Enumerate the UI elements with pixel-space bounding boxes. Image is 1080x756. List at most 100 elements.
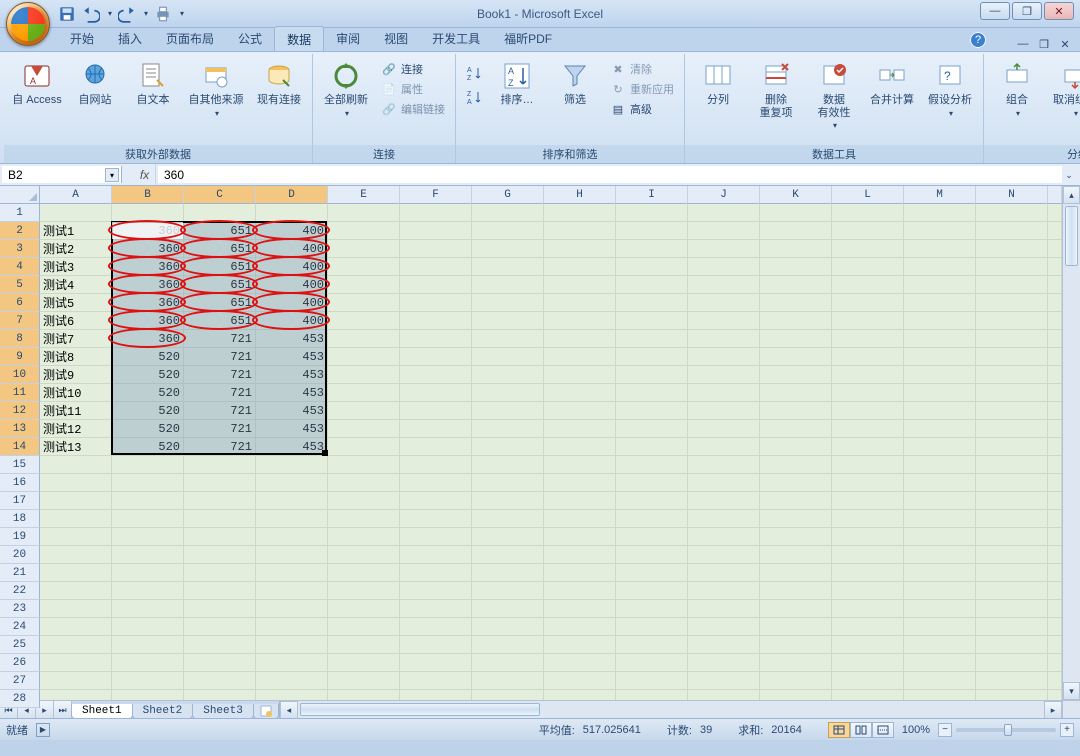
cell-C21[interactable] bbox=[184, 564, 256, 582]
cell-C2[interactable]: 651 bbox=[184, 222, 256, 240]
tab-8[interactable]: 福昕PDF bbox=[492, 26, 564, 51]
cell-L28[interactable] bbox=[832, 690, 904, 700]
cell-I23[interactable] bbox=[616, 600, 688, 618]
scroll-right-button[interactable]: ▸ bbox=[1044, 701, 1062, 719]
row-header-2[interactable]: 2 bbox=[0, 222, 40, 240]
cell-I8[interactable] bbox=[616, 330, 688, 348]
cell-B17[interactable] bbox=[112, 492, 184, 510]
formula-input[interactable]: 360 bbox=[158, 166, 1062, 183]
cell-H13[interactable] bbox=[544, 420, 616, 438]
cell-C11[interactable]: 721 bbox=[184, 384, 256, 402]
cell-K1[interactable] bbox=[760, 204, 832, 222]
cell-I27[interactable] bbox=[616, 672, 688, 690]
cell-M17[interactable] bbox=[904, 492, 976, 510]
help-icon[interactable]: ? bbox=[970, 32, 986, 48]
cell-B19[interactable] bbox=[112, 528, 184, 546]
cell-H3[interactable] bbox=[544, 240, 616, 258]
cell-B1[interactable] bbox=[112, 204, 184, 222]
cell-E18[interactable] bbox=[328, 510, 400, 528]
cell-C25[interactable] bbox=[184, 636, 256, 654]
cell-K27[interactable] bbox=[760, 672, 832, 690]
cell-M7[interactable] bbox=[904, 312, 976, 330]
cell-D1[interactable] bbox=[256, 204, 328, 222]
row-header-24[interactable]: 24 bbox=[0, 618, 40, 636]
cell-F24[interactable] bbox=[400, 618, 472, 636]
cell-G1[interactable] bbox=[472, 204, 544, 222]
cell-I3[interactable] bbox=[616, 240, 688, 258]
cell-B16[interactable] bbox=[112, 474, 184, 492]
cell-J13[interactable] bbox=[688, 420, 760, 438]
cell-J18[interactable] bbox=[688, 510, 760, 528]
cell-I20[interactable] bbox=[616, 546, 688, 564]
cell-D10[interactable]: 453 bbox=[256, 366, 328, 384]
cell-K21[interactable] bbox=[760, 564, 832, 582]
cell-B18[interactable] bbox=[112, 510, 184, 528]
col-header-C[interactable]: C bbox=[184, 186, 256, 204]
cell-E27[interactable] bbox=[328, 672, 400, 690]
cell-rest-15[interactable] bbox=[1048, 456, 1062, 474]
cell-B24[interactable] bbox=[112, 618, 184, 636]
cell-J3[interactable] bbox=[688, 240, 760, 258]
view-normal-button[interactable] bbox=[828, 722, 850, 738]
cell-F11[interactable] bbox=[400, 384, 472, 402]
cell-A21[interactable] bbox=[40, 564, 112, 582]
cell-rest-6[interactable] bbox=[1048, 294, 1062, 312]
cell-G17[interactable] bbox=[472, 492, 544, 510]
cell-J28[interactable] bbox=[688, 690, 760, 700]
cell-K13[interactable] bbox=[760, 420, 832, 438]
cell-F5[interactable] bbox=[400, 276, 472, 294]
cell-M21[interactable] bbox=[904, 564, 976, 582]
cell-N1[interactable] bbox=[976, 204, 1048, 222]
cell-D13[interactable]: 453 bbox=[256, 420, 328, 438]
cell-H16[interactable] bbox=[544, 474, 616, 492]
cell-D14[interactable]: 453 bbox=[256, 438, 328, 456]
row-header-10[interactable]: 10 bbox=[0, 366, 40, 384]
cell-I15[interactable] bbox=[616, 456, 688, 474]
cell-E7[interactable] bbox=[328, 312, 400, 330]
cell-rest-27[interactable] bbox=[1048, 672, 1062, 690]
filter-button[interactable]: 筛选 bbox=[548, 58, 602, 109]
ext-data-btn-3[interactable]: 自其他来源▾ bbox=[184, 58, 248, 120]
col-header-F[interactable]: F bbox=[400, 186, 472, 204]
cell-A24[interactable] bbox=[40, 618, 112, 636]
cell-A16[interactable] bbox=[40, 474, 112, 492]
cell-G4[interactable] bbox=[472, 258, 544, 276]
cell-M16[interactable] bbox=[904, 474, 976, 492]
cell-I14[interactable] bbox=[616, 438, 688, 456]
cell-E13[interactable] bbox=[328, 420, 400, 438]
data-tool-btn-0[interactable]: 分列 bbox=[691, 58, 745, 109]
cell-E5[interactable] bbox=[328, 276, 400, 294]
name-box[interactable]: B2▾ bbox=[2, 166, 122, 183]
cell-rest-20[interactable] bbox=[1048, 546, 1062, 564]
sheet-tab-2[interactable]: Sheet3 bbox=[192, 704, 254, 719]
hscroll-thumb[interactable] bbox=[300, 703, 540, 716]
row-header-18[interactable]: 18 bbox=[0, 510, 40, 528]
cell-N4[interactable] bbox=[976, 258, 1048, 276]
cell-I26[interactable] bbox=[616, 654, 688, 672]
cell-A4[interactable]: 测试3 bbox=[40, 258, 112, 276]
cell-K28[interactable] bbox=[760, 690, 832, 700]
cell-J9[interactable] bbox=[688, 348, 760, 366]
cell-K14[interactable] bbox=[760, 438, 832, 456]
row-header-12[interactable]: 12 bbox=[0, 402, 40, 420]
cell-L8[interactable] bbox=[832, 330, 904, 348]
cell-B20[interactable] bbox=[112, 546, 184, 564]
cell-L14[interactable] bbox=[832, 438, 904, 456]
cell-I4[interactable] bbox=[616, 258, 688, 276]
row-header-27[interactable]: 27 bbox=[0, 672, 40, 690]
cell-I7[interactable] bbox=[616, 312, 688, 330]
cell-G15[interactable] bbox=[472, 456, 544, 474]
cell-F3[interactable] bbox=[400, 240, 472, 258]
tab-0[interactable]: 开始 bbox=[58, 26, 106, 51]
cell-D23[interactable] bbox=[256, 600, 328, 618]
ext-data-btn-2[interactable]: 自文本 bbox=[126, 58, 180, 109]
zoom-slider[interactable]: − + bbox=[938, 723, 1074, 737]
cell-I13[interactable] bbox=[616, 420, 688, 438]
cell-L16[interactable] bbox=[832, 474, 904, 492]
cell-M22[interactable] bbox=[904, 582, 976, 600]
cell-J25[interactable] bbox=[688, 636, 760, 654]
cell-C22[interactable] bbox=[184, 582, 256, 600]
col-header-A[interactable]: A bbox=[40, 186, 112, 204]
cell-I11[interactable] bbox=[616, 384, 688, 402]
ext-data-btn-1[interactable]: 自网站 bbox=[68, 58, 122, 109]
